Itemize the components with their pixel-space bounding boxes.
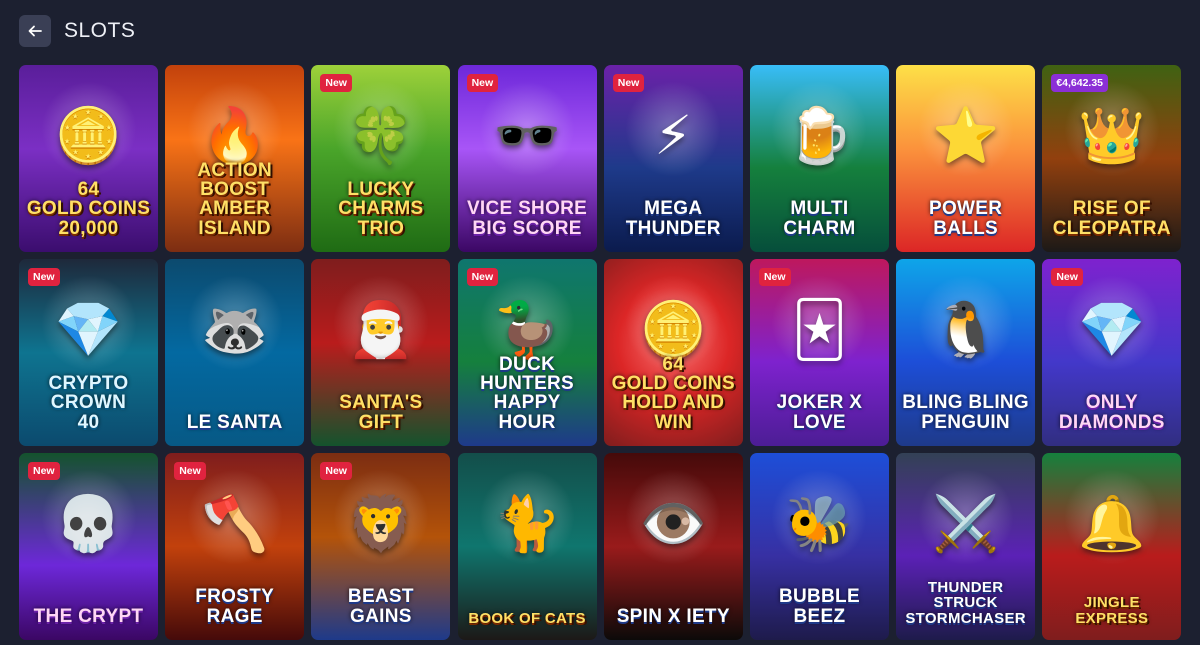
game-title: Jingle Express (1075, 594, 1149, 627)
jackpot-badge: €4,642.35 (1051, 74, 1109, 92)
new-badge: New (466, 74, 499, 92)
game-artwork-icon: 🦆 (493, 300, 561, 361)
game-artwork-icon: 🔔 (1078, 494, 1146, 555)
game-artwork-icon: 🪙 (639, 300, 707, 361)
game-title: Crypto Crown 40 (48, 372, 129, 433)
game-title: Only Diamonds (1058, 392, 1165, 433)
game-title: SPIN X IETY (616, 605, 730, 627)
game-tile[interactable]: 🍺 Multi Charm (749, 65, 889, 252)
game-title: Frosty Rage (195, 586, 275, 627)
game-tile[interactable]: 🪙 64 Gold Coins Hold and Win (603, 259, 743, 446)
game-tile[interactable]: 🪓 New Frosty Rage (165, 453, 305, 640)
game-title: Power Balls (928, 198, 1003, 239)
game-artwork-icon: 🦁 (347, 494, 415, 555)
new-badge: New (466, 268, 499, 286)
game-title: Duck Hunters Happy Hour (480, 353, 575, 433)
page-header: SLOTS (19, 14, 135, 48)
game-title: Multi Charm (783, 198, 856, 239)
game-tile[interactable]: 🦆 New Duck Hunters Happy Hour (457, 259, 597, 446)
game-title: Bling Bling Penguin (902, 392, 1030, 433)
game-tile[interactable]: 🔥 Action Boost Amber Island (165, 65, 305, 252)
game-tile[interactable]: 🐝 Bubble Beez (749, 453, 889, 640)
game-artwork-icon: 🪓 (201, 494, 269, 555)
game-tile[interactable]: 🪙 64 GOLD COINS 20,000 (19, 65, 158, 252)
game-title: Thunder Struck Stormchaser (905, 579, 1026, 627)
game-tile[interactable]: 🃏 New Joker X Love (749, 259, 889, 446)
game-artwork-icon: 💀 (54, 494, 123, 555)
game-artwork-icon: 🎅 (347, 300, 415, 361)
game-title: Mega Thunder (625, 198, 721, 239)
game-artwork-icon: ⭐ (932, 106, 1000, 167)
game-artwork-icon: 🃏 (791, 300, 848, 361)
new-badge: New (28, 462, 60, 480)
game-title: Santa's Gift (339, 392, 423, 433)
game-artwork-icon: 👑 (1078, 106, 1146, 167)
new-badge: New (174, 462, 206, 480)
game-tile[interactable]: 💎 New Only Diamonds (1042, 259, 1182, 446)
game-tile[interactable]: 🔔 Jingle Express (1042, 453, 1182, 640)
game-title: Action Boost Amber Island (197, 159, 272, 239)
game-tile[interactable]: 🐧 Bling Bling Penguin (896, 259, 1036, 446)
game-title: Book of Cats (468, 609, 586, 627)
game-tile[interactable]: ⚔️ Thunder Struck Stormchaser (896, 453, 1036, 640)
game-title: 64 GOLD COINS 20,000 (26, 178, 151, 239)
game-artwork-icon: ⚡ (654, 106, 693, 167)
game-artwork-icon: 👁️ (639, 494, 707, 555)
new-badge: New (758, 268, 791, 286)
game-artwork-icon: 💎 (54, 300, 123, 361)
back-button[interactable] (19, 15, 51, 47)
game-title: Lucky Charms Trio (338, 178, 424, 239)
game-artwork-icon: 💎 (1078, 300, 1146, 361)
game-artwork-icon: 🐝 (785, 494, 854, 555)
game-tile[interactable]: 💎 New Crypto Crown 40 (19, 259, 158, 446)
game-artwork-icon: ⚔️ (932, 494, 1000, 555)
game-title: Le Santa (186, 411, 283, 433)
game-tile[interactable]: 👁️ SPIN X IETY (603, 453, 743, 640)
slots-grid: 🪙 64 GOLD COINS 20,000 🔥 Action Boost Amber… (19, 65, 1182, 640)
game-tile[interactable]: 👑 €4,642.35 Rise of Cleopatra (1042, 65, 1182, 252)
game-tile[interactable]: ⚡ New Mega Thunder (603, 65, 743, 252)
new-badge: New (612, 74, 645, 92)
game-artwork-icon: 🕶️ (493, 106, 561, 167)
game-title: Bubble Beez (778, 586, 860, 627)
game-artwork-icon: 🦝 (201, 300, 269, 361)
game-artwork-icon: 🍀 (347, 106, 415, 167)
page-title: SLOTS (64, 19, 136, 42)
new-badge: New (1051, 268, 1083, 286)
game-artwork-icon: 🔥 (201, 106, 269, 167)
game-artwork-icon: 🐈 (493, 494, 561, 555)
game-artwork-icon: 🐧 (932, 300, 1000, 361)
new-badge: New (28, 268, 60, 286)
game-title: Rise of Cleopatra (1052, 198, 1171, 239)
game-title: The Crypt (33, 605, 144, 627)
arrow-left-icon (28, 25, 42, 37)
game-tile[interactable]: 🍀 New Lucky Charms Trio (311, 65, 451, 252)
game-title: Beast Gains (347, 586, 414, 627)
game-tile[interactable]: 🦁 New Beast Gains (311, 453, 451, 640)
game-title: 64 Gold Coins Hold and Win (611, 353, 735, 433)
game-tile[interactable]: 💀 New The Crypt (19, 453, 158, 640)
game-title: Vice Shore Big Score (466, 198, 588, 239)
game-tile[interactable]: 🐈 Book of Cats (457, 453, 597, 640)
game-title: Joker X Love (776, 392, 863, 433)
new-badge: New (320, 462, 352, 480)
game-tile[interactable]: 🦝 Le Santa (165, 259, 305, 446)
game-artwork-icon: 🪙 (54, 106, 123, 167)
game-tile[interactable]: 🎅 Santa's Gift (311, 259, 451, 446)
game-tile[interactable]: 🕶️ New Vice Shore Big Score (457, 65, 597, 252)
new-badge: New (320, 74, 352, 92)
game-tile[interactable]: ⭐ Power Balls (896, 65, 1036, 252)
game-artwork-icon: 🍺 (785, 106, 854, 167)
